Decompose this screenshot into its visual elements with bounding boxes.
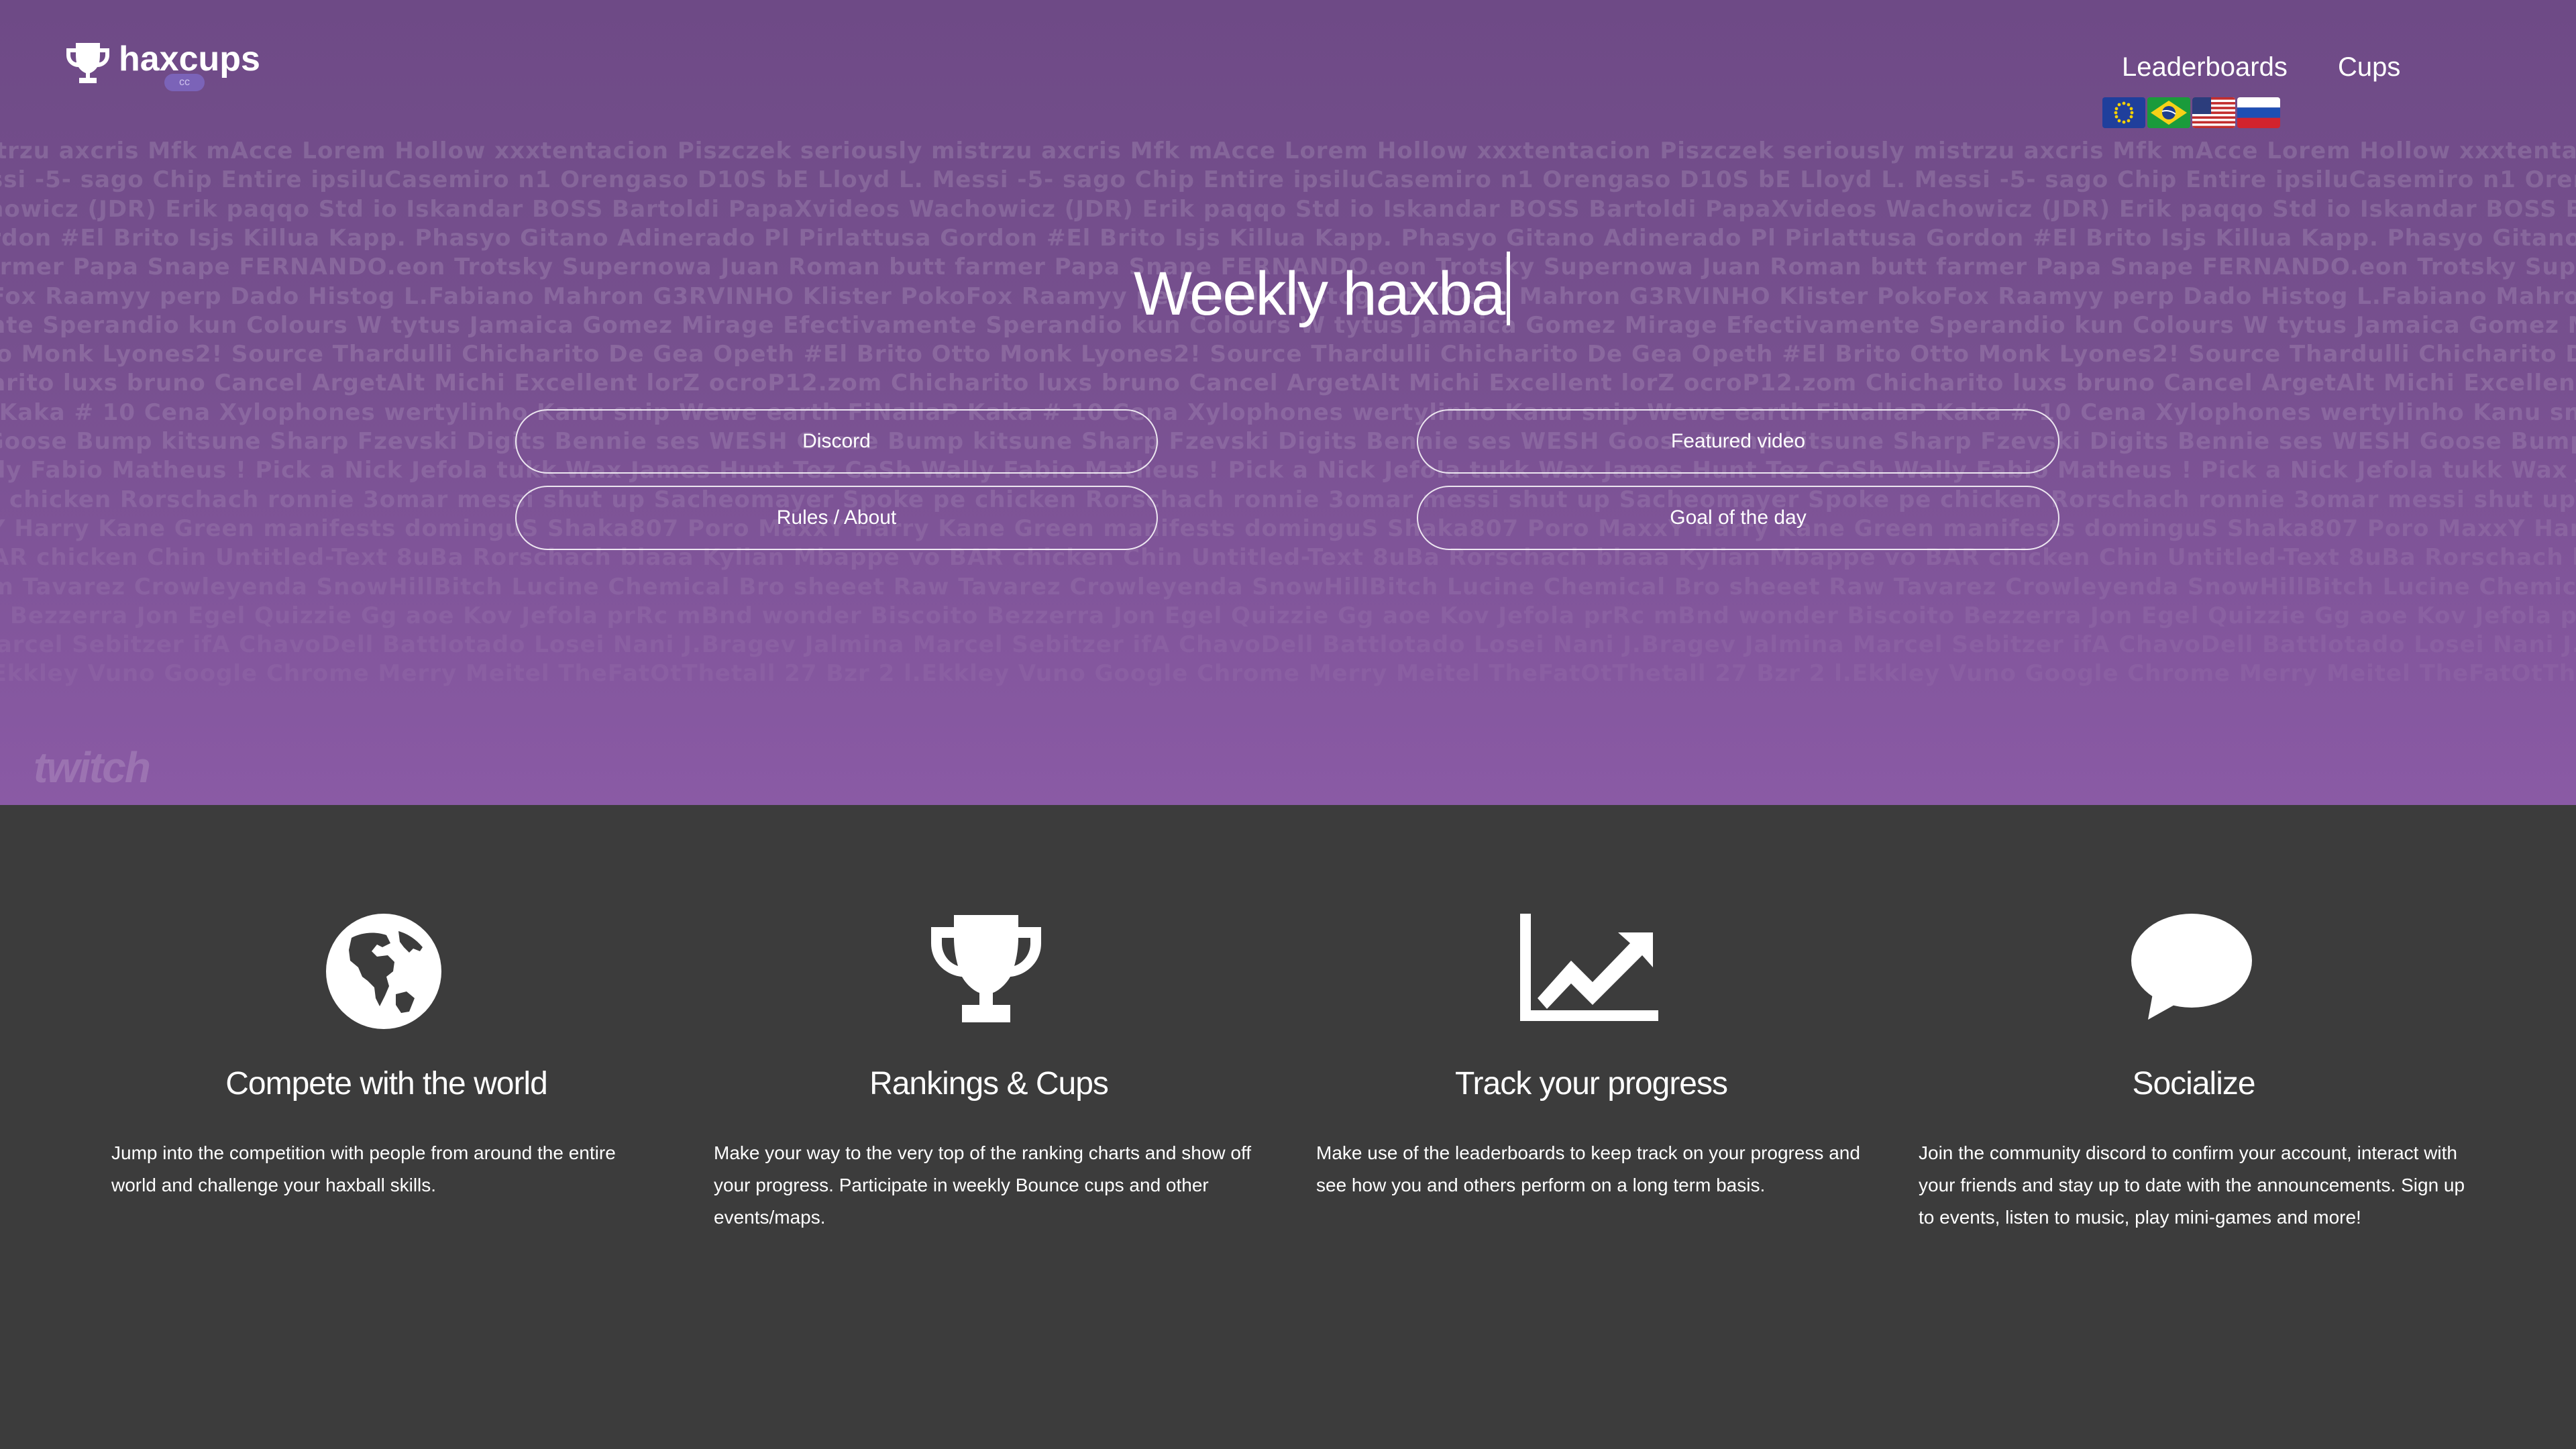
logo-trophy-icon [66, 43, 109, 83]
discord-button[interactable]: Discord [515, 409, 1158, 474]
hero-section: istrzu axcris Mfk mAcce Lorem Hollow xxx… [0, 0, 2576, 805]
background-name-line: rGoose Bump kitsune Sharp Fzevski Digits… [0, 428, 2576, 455]
background-name-line: BAR chicken Chin Untitled-Text 8uBa Rors… [0, 544, 2576, 572]
hero-title-text: Weekly haxba [1134, 260, 1505, 328]
background-name-line: om Tavarez Crowleyenda SnowHillBitch Luc… [0, 573, 2576, 600]
speech-bubble-icon [1919, 912, 2469, 1026]
background-name-line: xY Harry Kane Green manifests dominguS S… [0, 515, 2576, 542]
background-name-line: P Kaka # 10 Cena Xylophones wertylinho K… [0, 398, 2576, 426]
trophy-icon [714, 912, 1264, 1026]
typing-cursor [1507, 252, 1511, 325]
feature-title: Compete with the world [225, 1066, 548, 1102]
feature-description: Make your way to the very top of the ran… [714, 1142, 1252, 1228]
feature-description: Join the community discord to confirm yo… [1919, 1142, 2465, 1228]
nav-leaderboards[interactable]: Leaderboards [2122, 52, 2288, 83]
background-name-line: chowicz (JDR) Erik paqqo Std io Iskandar… [0, 195, 2576, 223]
background-name-line: ta chicken Rorschach ronnie 3omar messi … [0, 486, 2576, 513]
background-player-names: istrzu axcris Mfk mAcce Lorem Hollow xxx… [0, 138, 2576, 802]
brazil-flag-icon[interactable] [2147, 97, 2190, 128]
background-name-line: l.Ekkley Vuno Google Chrome Merry Meitel… [0, 660, 2576, 688]
feature-title: Socialize [2132, 1066, 2255, 1102]
chart-icon [1316, 912, 1866, 1026]
eu-flag-icon[interactable] [2102, 97, 2145, 128]
site-logo[interactable]: haxcups cc [65, 39, 266, 95]
goal-of-the-day-button[interactable]: Goal of the day [1417, 486, 2059, 550]
background-name-line: harito luxs bruno Cancel ArgetAlt Michi … [0, 370, 2576, 397]
nav-cups[interactable]: Cups [2338, 52, 2400, 83]
usa-flag-icon[interactable] [2192, 97, 2235, 128]
twitch-logo[interactable]: twitch [34, 743, 151, 792]
background-name-line: essi -5- sago Chip Entire ipsiluCasemiro… [0, 166, 2576, 194]
russia-flag-icon[interactable] [2237, 97, 2280, 128]
feature-title: Track your progress [1454, 1066, 1728, 1102]
feature-title: Rankings & Cups [869, 1066, 1109, 1102]
background-name-line: ally Fabio Matheus ! Pick a Nick Jefola … [0, 457, 2576, 484]
feature-description: Make use of the leaderboards to keep tra… [1316, 1142, 1860, 1195]
logo-text: haxcups [119, 40, 260, 78]
background-name-line: Marcel Sebitzer ifA ChavoDell Battlotado… [0, 631, 2576, 659]
globe-icon [111, 912, 661, 1029]
hero-title: Weekly haxba [1134, 252, 1511, 329]
background-name-line: istrzu axcris Mfk mAcce Lorem Hollow xxx… [0, 138, 2576, 164]
featured-video-button[interactable]: Featured video [1417, 409, 2059, 474]
background-name-line: tto Monk Lyones2! Source Thardulli Chich… [0, 341, 2576, 368]
background-name-line: ro Bezzerra Jon Egel Quizzie Gg aoe Kov … [0, 602, 2576, 629]
logo-badge: cc [164, 74, 205, 91]
feature-description: Jump into the competition with people fr… [111, 1142, 616, 1195]
rules-about-button[interactable]: Rules / About [515, 486, 1158, 550]
background-name-line: ordon #El Brito Isjs Killua Kapp. Phasyo… [0, 224, 2576, 252]
